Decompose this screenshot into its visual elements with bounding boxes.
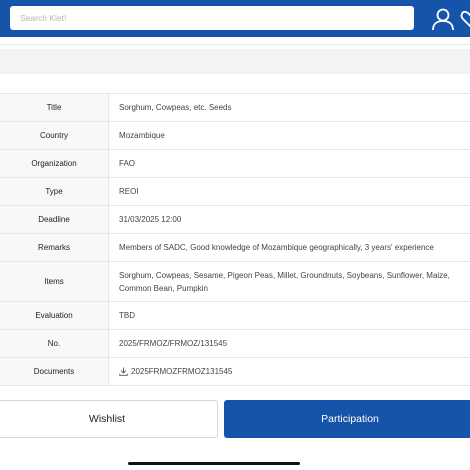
details-row-country: Country Mozambique xyxy=(0,121,470,150)
search-input[interactable] xyxy=(10,6,414,30)
details-row-items: Items Sorghum, Cowpeas, Sesame, Pigeon P… xyxy=(0,261,470,302)
row-label: Items xyxy=(0,261,109,302)
details-row-title: Title Sorghum, Cowpeas, etc. Seeds xyxy=(0,93,470,122)
document-link[interactable]: 2025FRMOZFRMOZ131545 xyxy=(108,357,470,386)
row-label: Evaluation xyxy=(0,301,109,330)
row-value: FAO xyxy=(108,149,470,178)
row-label: Title xyxy=(0,93,109,122)
details-row-remarks: Remarks Members of SADC, Good knowledge … xyxy=(0,233,470,262)
details-row-documents: Documents 2025FRMOZFRMOZ131545 xyxy=(0,357,470,386)
home-indicator xyxy=(128,462,300,465)
details-row-type: Type REOI xyxy=(0,177,470,206)
row-value: Mozambique xyxy=(108,121,470,150)
row-label: Type xyxy=(0,177,109,206)
row-label: Documents xyxy=(0,357,109,386)
document-filename: 2025FRMOZFRMOZ131545 xyxy=(131,367,233,376)
row-label: No. xyxy=(0,329,109,358)
row-label: Deadline xyxy=(0,205,109,234)
row-value: 31/03/2025 12:00 xyxy=(108,205,470,234)
row-value: REOI xyxy=(108,177,470,206)
download-icon[interactable] xyxy=(119,367,128,376)
header-divider xyxy=(0,44,470,45)
row-value: Sorghum, Cowpeas, etc. Seeds xyxy=(108,93,470,122)
row-value: 2025/FRMOZ/FRMOZ/131545 xyxy=(108,329,470,358)
row-value: Sorghum, Cowpeas, Sesame, Pigeon Peas, M… xyxy=(108,261,470,302)
row-value: Members of SADC, Good knowledge of Mozam… xyxy=(108,233,470,262)
row-label: Remarks xyxy=(0,233,109,262)
details-row-number: No. 2025/FRMOZ/FRMOZ/131545 xyxy=(0,329,470,358)
heart-icon[interactable] xyxy=(460,9,470,29)
details-row-organization: Organization FAO xyxy=(0,149,470,178)
participation-button[interactable]: Participation xyxy=(224,400,470,438)
top-bar xyxy=(0,0,470,37)
row-label: Country xyxy=(0,121,109,150)
row-label: Organization xyxy=(0,149,109,178)
user-icon[interactable] xyxy=(430,7,456,31)
details-row-deadline: Deadline 31/03/2025 12:00 xyxy=(0,205,470,234)
section-band xyxy=(0,49,470,74)
details-row-evaluation: Evaluation TBD xyxy=(0,301,470,330)
row-value: TBD xyxy=(108,301,470,330)
details-table: Title Sorghum, Cowpeas, etc. Seeds Count… xyxy=(0,93,470,386)
wishlist-button[interactable]: Wishlist xyxy=(0,400,218,438)
